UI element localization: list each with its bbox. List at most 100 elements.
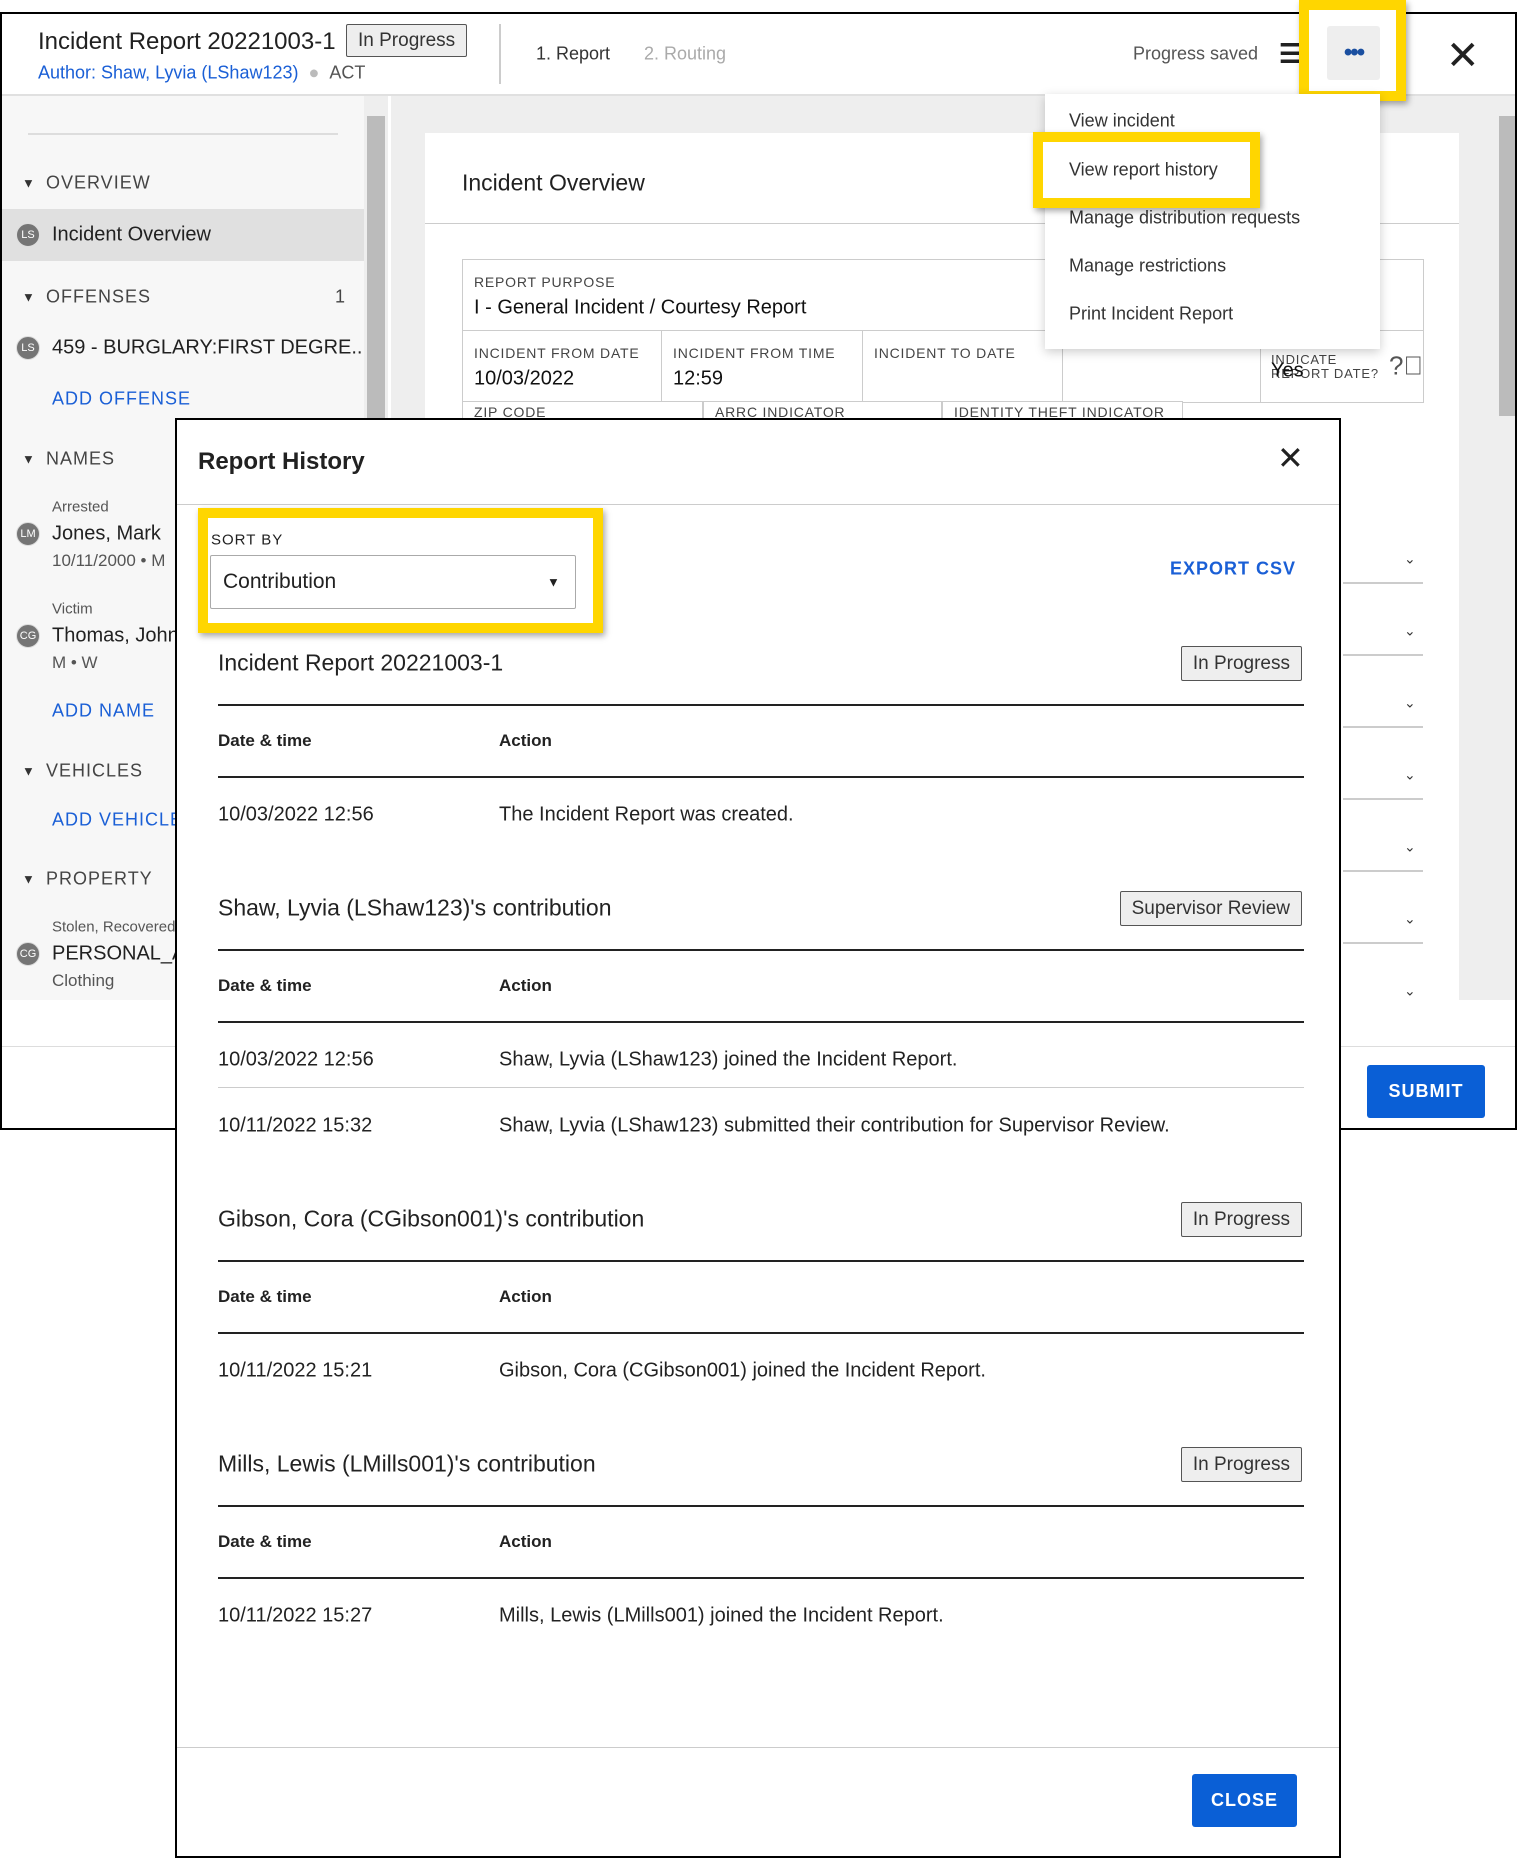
row-date: 10/11/2022 15:21 (218, 1359, 373, 1382)
add-offense-link[interactable]: ADD OFFENSE (52, 389, 191, 410)
chevron-down-icon[interactable]: ⌄ (1404, 839, 1416, 856)
more-horizontal-icon[interactable]: ••• (1327, 26, 1380, 80)
status-badge: In Progress (346, 24, 468, 57)
header-divider (218, 776, 1304, 778)
step-report[interactable]: 1. Report (536, 44, 610, 65)
column-header-date: Date & time (218, 976, 312, 995)
row-action: Gibson, Cora (CGibson001) joined the Inc… (499, 1359, 986, 1382)
header-divider (218, 1577, 1304, 1579)
name-detail: M • W (52, 653, 98, 672)
chevron-down-icon[interactable]: ⌄ (1404, 695, 1416, 712)
sidebar-divider (28, 133, 338, 135)
row-date: 10/03/2022 12:56 (218, 803, 374, 826)
close-icon[interactable]: ✕ (1277, 442, 1304, 474)
chevron-down-icon[interactable]: ⌄ (1404, 983, 1416, 1000)
sidebar-item-property[interactable]: PERSONAL_A (52, 943, 185, 966)
menu-item-print-report[interactable]: Print Incident Report (1069, 304, 1233, 325)
menu-item-view-incident[interactable]: View incident (1069, 111, 1175, 132)
chevron-down-icon[interactable]: ⌄ (1404, 551, 1416, 568)
incident-from-date-field[interactable]: INCIDENT FROM DATE 10/03/2022 (462, 330, 663, 403)
section-overview[interactable]: OVERVIEW (46, 173, 151, 194)
row-divider (1343, 582, 1423, 584)
incident-to-date-field[interactable]: INCIDENT TO DATE (862, 330, 1064, 403)
sidebar-item-offense[interactable]: 459 - BURGLARY:FIRST DEGRE... (52, 337, 368, 360)
column-header-date: Date & time (218, 1287, 312, 1306)
chevron-down-icon[interactable]: ▼ (22, 872, 35, 887)
status-badge: In Progress (1180, 1202, 1302, 1237)
modal-title: Report History (198, 448, 365, 475)
chevron-down-icon[interactable]: ▼ (22, 764, 35, 779)
help-circle-icon[interactable]: ?⃝ (1389, 351, 1423, 382)
chevron-down-icon[interactable]: ▼ (22, 290, 35, 305)
avatar: CG (16, 942, 40, 966)
name-detail: 10/11/2000 • M (52, 551, 166, 570)
row-divider (1343, 654, 1423, 656)
author-link[interactable]: Author: Shaw, Lyvia (LShaw123) ● ACT (38, 63, 365, 84)
report-title: Incident Report 20221003-1 (38, 28, 336, 55)
sidebar-item-name[interactable]: Thomas, John (52, 625, 179, 648)
chevron-down-icon[interactable]: ⌄ (1404, 911, 1416, 928)
section-offenses[interactable]: OFFENSES (46, 287, 151, 308)
step-routing[interactable]: 2. Routing (644, 44, 726, 65)
sidebar-item-label: Incident Overview (52, 223, 211, 246)
author-text: Author: Shaw, Lyvia (LShaw123) (38, 62, 299, 83)
row-action: Mills, Lewis (LMills001) joined the Inci… (499, 1604, 944, 1627)
chevron-down-icon[interactable]: ▼ (22, 452, 35, 467)
avatar: LS (16, 223, 40, 247)
more-button-highlight: ••• (1299, 0, 1406, 101)
avatar: CG (16, 624, 40, 648)
main-scrollbar[interactable] (1495, 96, 1515, 1000)
incident-from-time-field[interactable]: INCIDENT FROM TIME 12:59 (661, 330, 864, 403)
view-report-history-highlight: View report history (1033, 132, 1260, 208)
row-divider (1343, 726, 1423, 728)
section-title: Incident Report 20221003-1 (218, 649, 504, 676)
status-badge: In Progress (1180, 1447, 1302, 1482)
sidebar-item-name[interactable]: Jones, Mark (52, 523, 161, 546)
chevron-down-icon[interactable]: ⌄ (1404, 623, 1416, 640)
field-label: INCIDENT TO DATE (874, 345, 1016, 361)
card-title: Incident Overview (462, 169, 645, 196)
status-badge: In Progress (1180, 646, 1302, 681)
section-divider (218, 704, 1304, 706)
column-header-action: Action (499, 1532, 552, 1551)
caret-down-icon: ▼ (547, 574, 560, 590)
add-vehicle-link[interactable]: ADD VEHICLE (52, 810, 183, 831)
chevron-down-icon[interactable]: ▼ (22, 176, 35, 191)
row-divider (1343, 942, 1423, 944)
header-divider (218, 1332, 1304, 1334)
add-name-link[interactable]: ADD NAME (52, 701, 155, 722)
field-label: INCIDENT FROM DATE (474, 345, 640, 361)
modal-header-divider (177, 504, 1339, 505)
row-divider (218, 1087, 1304, 1088)
section-divider (218, 1260, 1304, 1262)
column-header-date: Date & time (218, 1532, 312, 1551)
sort-by-select[interactable]: Contribution ▼ (210, 555, 576, 609)
section-title: Mills, Lewis (LMills001)'s contribution (218, 1450, 596, 1477)
dot-separator: ● (308, 62, 320, 83)
close-icon[interactable]: ✕ (1446, 36, 1480, 76)
agency: ACT (329, 62, 366, 83)
section-divider (218, 1505, 1304, 1507)
offense-count: 1 (335, 286, 347, 307)
submit-button[interactable]: SUBMIT (1367, 1065, 1485, 1118)
column-header-action: Action (499, 1287, 552, 1306)
close-button[interactable]: CLOSE (1192, 1774, 1297, 1827)
row-divider (1343, 798, 1423, 800)
section-property[interactable]: PROPERTY (46, 869, 153, 890)
row-action: Shaw, Lyvia (LShaw123) submitted their c… (499, 1114, 1170, 1137)
menu-item-view-report-history[interactable]: View report history (1069, 160, 1218, 181)
chevron-down-icon[interactable]: ⌄ (1404, 767, 1416, 784)
section-vehicles[interactable]: VEHICLES (46, 761, 143, 782)
menu-item-manage-distribution[interactable]: Manage distribution requests (1069, 208, 1300, 229)
sort-by-highlight: SORT BY Contribution ▼ (198, 508, 603, 633)
field-label: REPORT PURPOSE (474, 274, 616, 290)
export-csv-button[interactable]: EXPORT CSV (1170, 559, 1296, 580)
modal-footer-divider (177, 1747, 1339, 1748)
header-divider (218, 1021, 1304, 1023)
row-divider (1343, 870, 1423, 872)
menu-item-manage-restrictions[interactable]: Manage restrictions (1069, 256, 1226, 277)
scrollbar-thumb[interactable] (1499, 116, 1515, 416)
column-header-action: Action (499, 731, 552, 750)
sort-by-label: SORT BY (211, 531, 284, 549)
section-names[interactable]: NAMES (46, 449, 115, 470)
